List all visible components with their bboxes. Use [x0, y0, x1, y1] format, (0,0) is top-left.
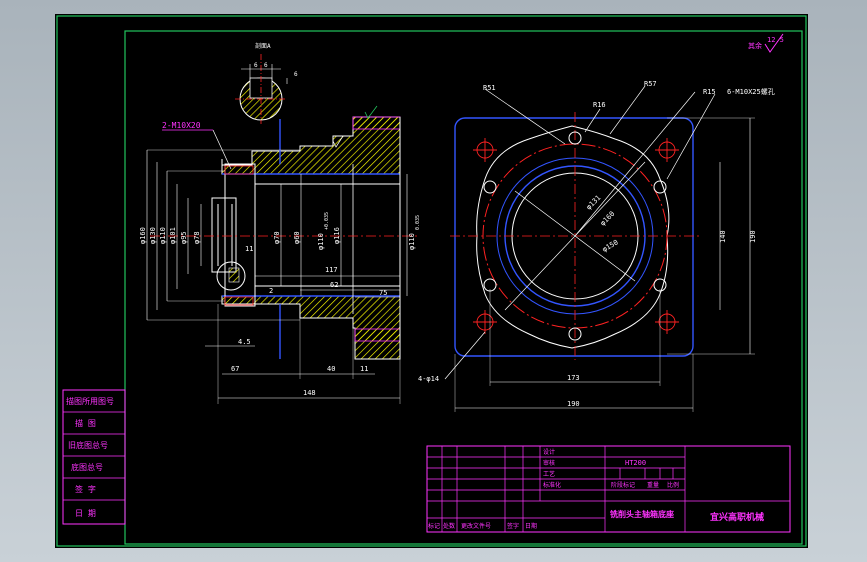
- 5-text: φ78: [193, 231, 201, 244]
- 3-text: 底图总号: [71, 462, 103, 472]
- dim-67-text: 67: [231, 365, 239, 373]
- school-text: 宜兴高职机械: [710, 511, 764, 523]
- dim-117-text: 117: [325, 266, 338, 274]
- thread-callout-text: 2-M10X20: [162, 121, 201, 130]
- section-detail: 剖面A 6 6 6: [235, 42, 298, 124]
- scale-label-text: 比例: [667, 481, 679, 489]
- 1-text: 描 图: [75, 418, 96, 428]
- 6-text: φ70: [273, 231, 281, 244]
- 4-text: 日期: [525, 522, 537, 530]
- radius-r15-text: R15: [703, 88, 716, 96]
- 1-text: φ130: [149, 227, 157, 244]
- 3-text: φ101: [169, 227, 177, 244]
- dim-w1-text: 6: [254, 62, 258, 69]
- 1-text: 审核: [543, 459, 555, 467]
- dim-140-text: 140: [719, 230, 727, 243]
- weight-label-text: 重量: [647, 481, 659, 489]
- 9-text: φ116: [333, 227, 341, 244]
- drawing-name-text: 铣削头主轴箱底座: [610, 509, 674, 519]
- dim-40-text: 40: [327, 365, 335, 373]
- drawing-sheet[interactable]: 其余 12.5 剖面A 6 6 6 φ160 φ130 φ110 φ101 φ9…: [55, 14, 808, 548]
- cad-viewport: 其余 12.5 剖面A 6 6 6 φ160 φ130 φ110 φ101 φ9…: [0, 0, 867, 562]
- 10-text: φ110: [408, 233, 416, 250]
- radius-r51-text: R51: [483, 84, 496, 92]
- 4-text: φ95: [180, 231, 188, 244]
- 2-text: 工艺: [543, 470, 555, 478]
- symbol-label-text: 其余: [748, 41, 762, 50]
- 1-text: 处数: [443, 522, 455, 530]
- section-label-text: 剖面A: [255, 42, 271, 50]
- radius-r16-text: R16: [593, 101, 606, 109]
- drawing-canvas: 其余 12.5 剖面A 6 6 6 φ160 φ130 φ110 φ101 φ9…: [56, 15, 807, 547]
- dim-190-v-text: 190: [749, 230, 757, 243]
- radius-r57-text: R57: [644, 80, 657, 88]
- 3-text: 签字: [507, 522, 519, 530]
- value-text: 12.5: [767, 36, 784, 44]
- slot-width-text: 11: [245, 245, 253, 253]
- 0-text: 标记: [428, 522, 440, 530]
- 8-text: φ110: [317, 233, 325, 250]
- tol-upper-text: +0.035: [324, 212, 330, 230]
- inner-frame: [124, 30, 803, 545]
- 2-text: 旧底图总号: [68, 440, 108, 450]
- dim-h-text: 6: [294, 71, 298, 78]
- dim-11-text: 11: [360, 365, 368, 373]
- dia-131-text: φ131: [585, 194, 603, 212]
- material-text: HT200: [625, 459, 646, 467]
- screw-callout-text: 6-M10X25螺孔: [727, 87, 775, 96]
- side-table: 描图所用图号 描 图 旧底图总号 底图总号 签 字 日 期: [62, 389, 126, 525]
- 0-text: 设计: [543, 448, 555, 456]
- 0-text: φ160: [139, 227, 147, 244]
- 5-text: 日 期: [75, 509, 96, 518]
- dim-45-text: 4.5: [238, 338, 251, 346]
- title-block: 设计 审核 工艺 标准化 HT200 阶段标记 重量 比例 铣削头主轴箱底座 宜…: [426, 445, 791, 533]
- dim-148-text: 148: [303, 389, 316, 397]
- dim-62-text: 62: [330, 281, 338, 289]
- 3-text: 标准化: [543, 481, 561, 489]
- hole-callout-text: 4-φ14: [418, 375, 439, 383]
- dia-160-text: φ160: [599, 210, 617, 228]
- 4-text: 签 字: [75, 484, 96, 494]
- dim-75-text: 75: [379, 289, 387, 297]
- dia-150-text: φ150: [601, 238, 620, 253]
- front-view: R51 R57 R16 R15 6-M10X25螺孔 φ131 φ160 φ15…: [418, 80, 775, 412]
- stage-label-text: 阶段标记: [611, 481, 635, 489]
- small-dim-text: 2: [269, 287, 273, 295]
- 2-text: φ110: [159, 227, 167, 244]
- dim-w2-text: 6: [264, 62, 268, 69]
- roughness-symbol: 其余 12.5: [748, 33, 784, 53]
- 0-text: 描图所用图号: [66, 396, 114, 406]
- side-section-view: φ160 φ130 φ110 φ101 φ95 φ78 φ70 φ60 φ110…: [139, 105, 421, 404]
- dim-173-text: 173: [567, 374, 580, 382]
- 7-text: φ60: [293, 231, 301, 244]
- dim-190-h-text: 190: [567, 400, 580, 408]
- 2-text: 更改文件号: [461, 522, 491, 530]
- tol-right-text: 0.035: [415, 215, 421, 230]
